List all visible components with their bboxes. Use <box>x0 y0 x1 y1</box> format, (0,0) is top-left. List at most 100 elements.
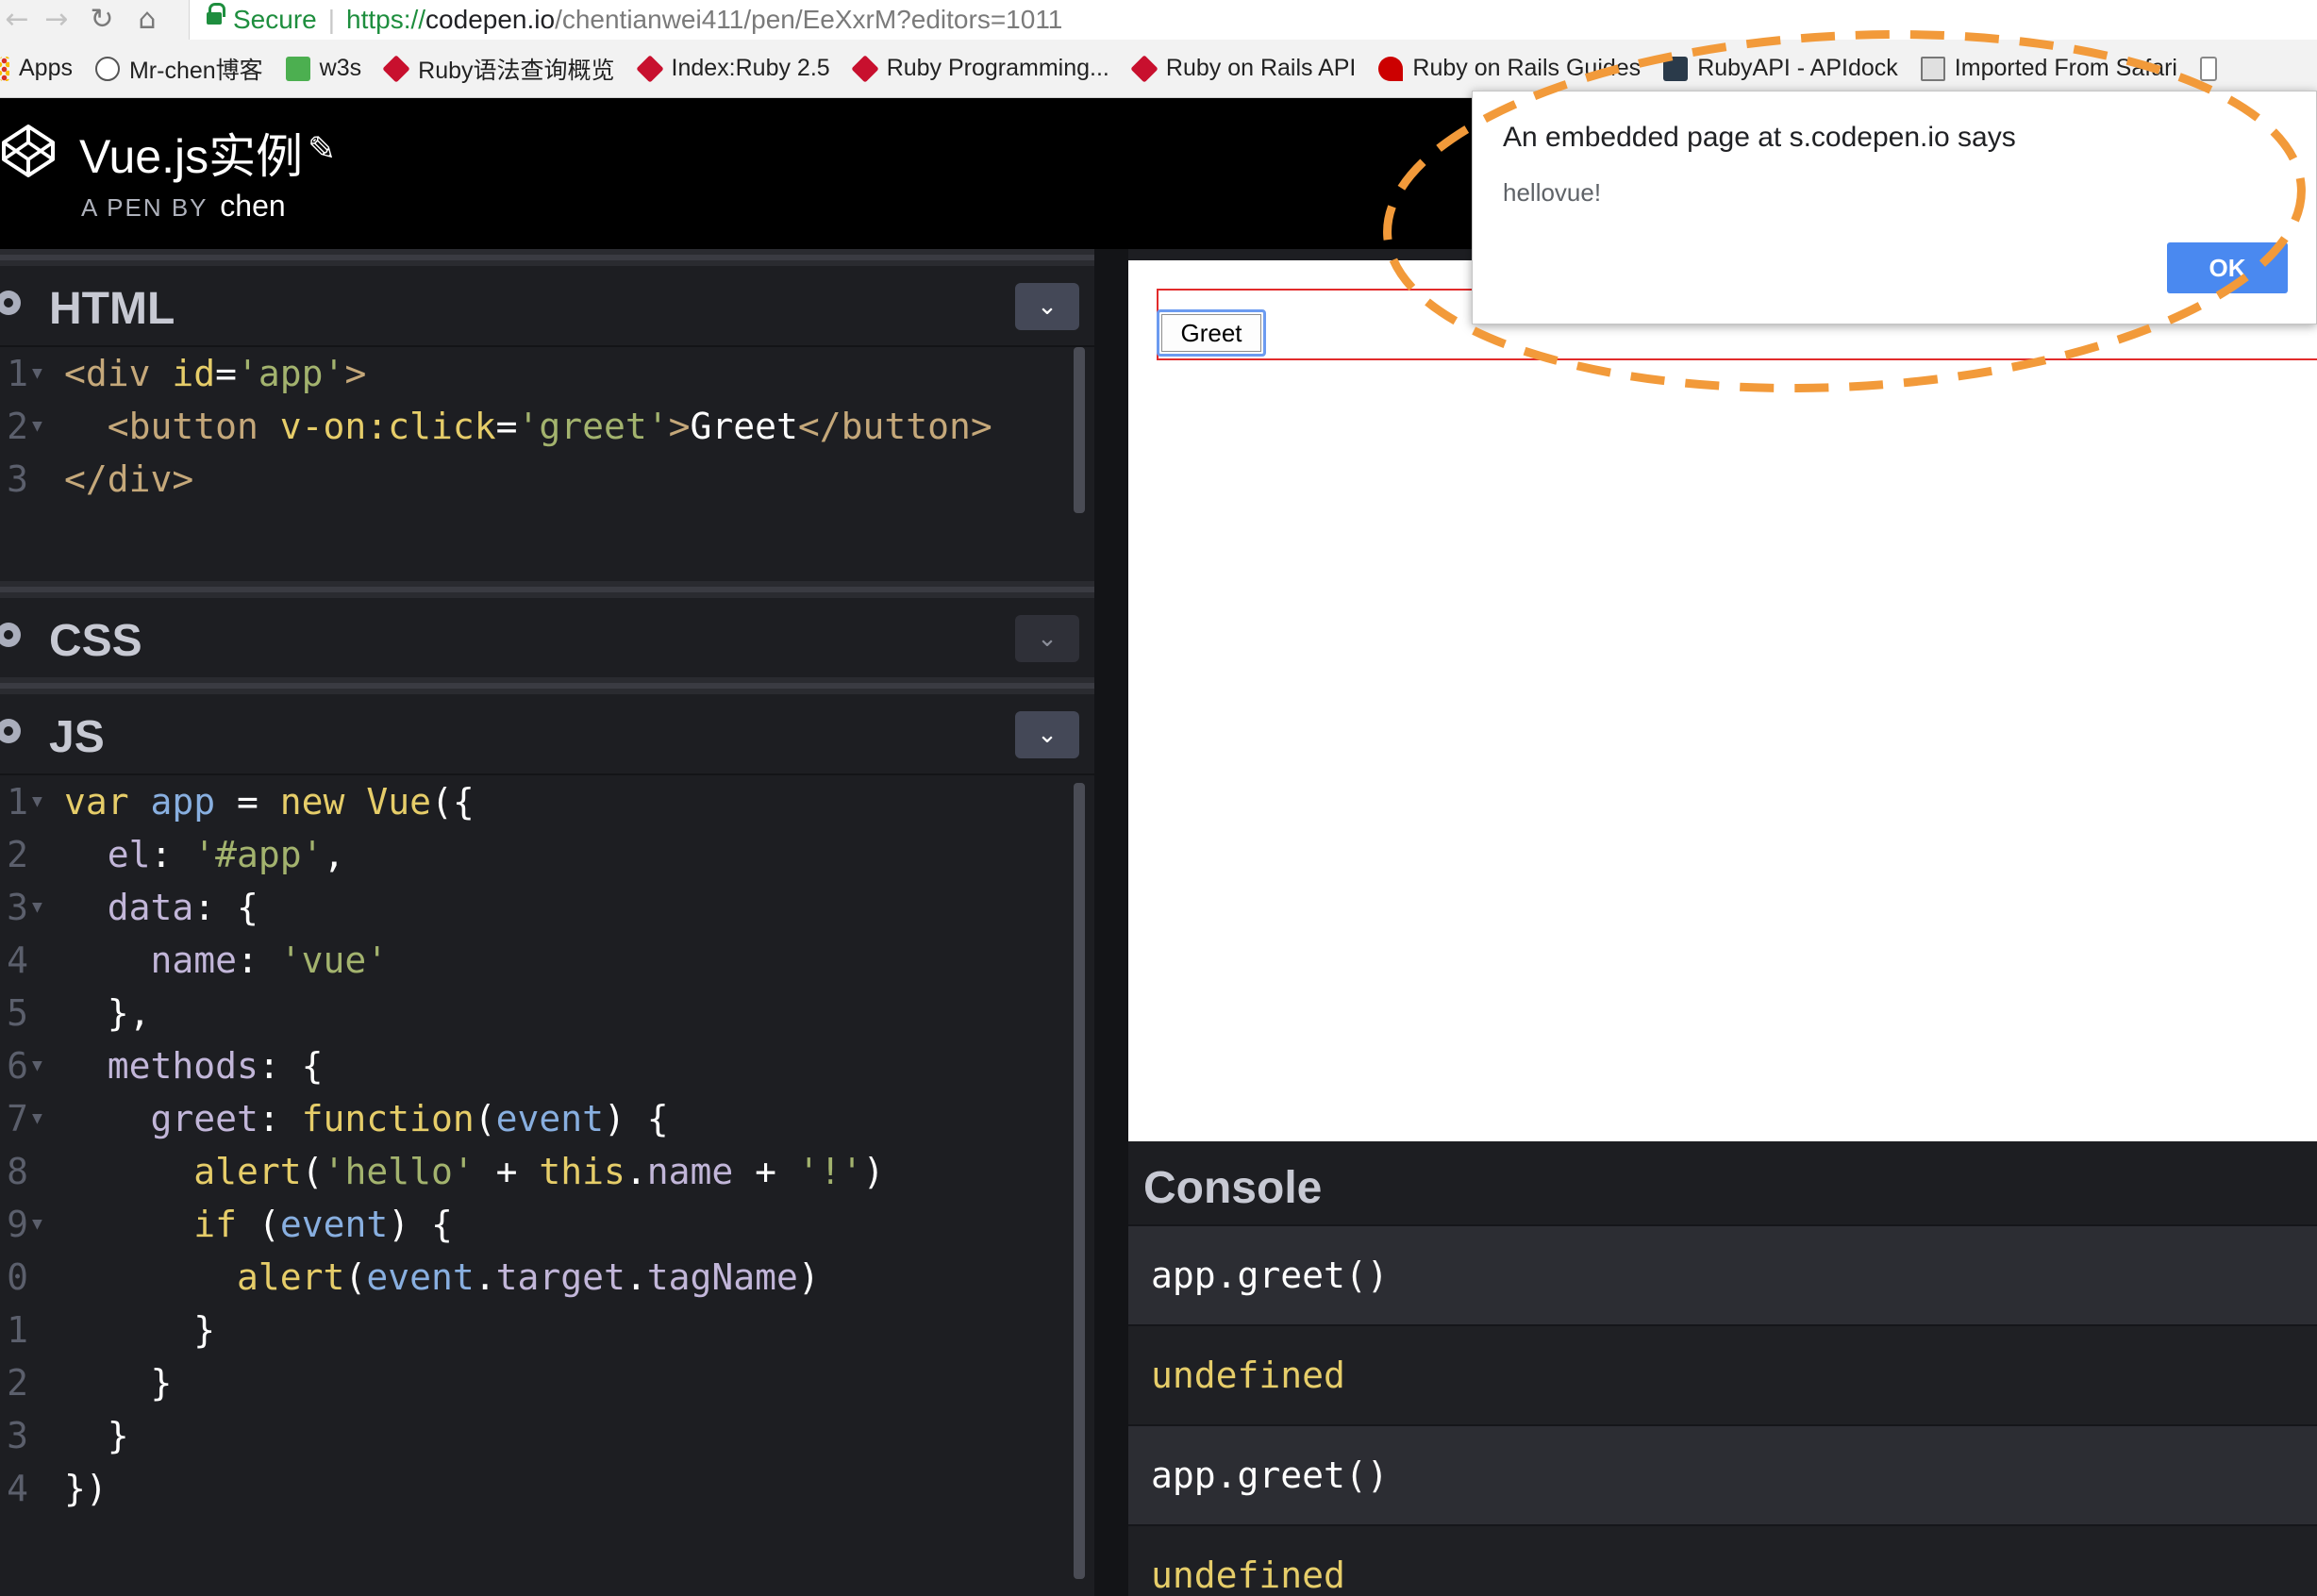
line-number: 2 <box>7 406 28 447</box>
bookmark-folder-safari[interactable]: Imported From Safari <box>1920 40 2177 98</box>
code-text: } <box>64 1362 173 1404</box>
bookmark-ruby-syntax[interactable]: Ruby语法查询概览 <box>382 40 615 98</box>
gear-icon[interactable] <box>0 719 21 743</box>
bookmark-label: RubyAPI - APIdock <box>1697 55 1898 81</box>
html-code-area[interactable]: 1 ▼ <div id='app'> 2 ▼ <button v-on:click='g… <box>0 345 1094 581</box>
code-text: </div> <box>64 458 194 500</box>
code-text: <div id='app'> <box>64 353 367 394</box>
ruby-gem-icon <box>635 54 664 83</box>
js-editor-title: JS <box>49 712 105 762</box>
css-editor-title: CSS <box>49 616 142 666</box>
greet-button[interactable]: Greet <box>1157 309 1266 357</box>
codepen-logo-icon[interactable] <box>0 123 57 179</box>
bookmark-ruby-index[interactable]: Index:Ruby 2.5 <box>635 40 830 98</box>
preview-pane: Greet <box>1128 260 2317 1141</box>
code-text: data: { <box>107 887 258 928</box>
forward-arrow-icon[interactable]: → <box>34 0 79 40</box>
bookmark-overflow[interactable] <box>2199 40 2226 98</box>
fold-arrow-icon[interactable]: ▼ <box>32 347 42 400</box>
fold-arrow-icon[interactable]: ▼ <box>32 881 42 934</box>
editor-resize-handle[interactable] <box>0 677 1094 694</box>
bookmarks-bar: Apps Mr-chen博客 w3s Ruby语法查询概览 Index:Ruby… <box>0 40 2317 98</box>
console-text: undefined <box>1151 1355 1345 1396</box>
console-text: undefined <box>1151 1554 1345 1596</box>
fold-arrow-icon[interactable]: ▼ <box>32 1039 42 1092</box>
back-arrow-icon[interactable]: ← <box>0 0 34 40</box>
reload-icon[interactable]: ↻ <box>79 0 125 40</box>
bookmark-label: Ruby on Rails API <box>1165 55 1357 81</box>
alert-message: hellovue! <box>1503 178 1602 207</box>
ruby-gem-icon <box>850 54 879 83</box>
apps-grid-icon <box>0 56 9 81</box>
chevron-down-icon: ⌄ <box>1037 721 1058 749</box>
pencil-edit-icon[interactable]: ✎ <box>308 130 336 169</box>
fold-arrow-icon[interactable]: ▼ <box>32 1198 42 1251</box>
js-code-area[interactable]: 1 ▼ var app = new Vue({2 el: '#app', 3 ▼ dat… <box>0 773 1094 1596</box>
bookmark-rails-guides[interactable]: Ruby on Rails Guides <box>1378 40 1641 98</box>
bookmark-apps[interactable]: Apps <box>0 40 73 98</box>
code-text: if (event) { <box>193 1204 453 1245</box>
url-host: codepen.io <box>425 5 556 34</box>
html-scrollbar[interactable] <box>1074 347 1085 513</box>
page-icon <box>2199 56 2217 81</box>
console-row: undefined <box>1128 1324 2317 1424</box>
console-row: app.greet() <box>1128 1424 2317 1524</box>
code-text: el: '#app', <box>107 834 345 875</box>
gear-icon[interactable] <box>0 291 21 315</box>
secure-label: Secure <box>233 5 317 34</box>
line-number: 6 <box>7 1045 28 1087</box>
css-collapse-button[interactable]: ⌄ <box>1015 615 1079 662</box>
person-icon <box>94 56 120 81</box>
line-number: 2 <box>7 1362 28 1404</box>
url-separator: | <box>327 5 335 34</box>
screen: ← → ↻ ⌂ Secure | https:// codepen.io /ch… <box>0 0 2317 1596</box>
bookmark-label: Mr-chen博客 <box>128 57 263 84</box>
code-text: }, <box>64 992 151 1034</box>
pen-author-link[interactable]: chen <box>220 189 285 223</box>
line-number: 4 <box>7 939 28 981</box>
editor-resize-handle[interactable] <box>0 581 1094 598</box>
bookmark-rails-api[interactable]: Ruby on Rails API <box>1130 40 1357 98</box>
console-row: app.greet() <box>1128 1224 2317 1324</box>
bookmark-ruby-programming[interactable]: Ruby Programming... <box>850 40 1109 98</box>
pen-title[interactable]: Vue.js实例 <box>79 119 303 187</box>
line-number: 3 <box>7 458 28 500</box>
fold-arrow-icon[interactable]: ▼ <box>32 1092 42 1145</box>
bookmark-label: Index:Ruby 2.5 <box>671 55 830 81</box>
rails-icon <box>1378 56 1404 81</box>
folder-icon <box>1920 56 1945 81</box>
home-icon[interactable]: ⌂ <box>125 0 170 40</box>
code-text: name: 'vue' <box>150 939 389 981</box>
code-text: methods: { <box>107 1045 324 1087</box>
alert-title: An embedded page at s.codepen.io says <box>1503 122 2016 153</box>
bookmark-w3s[interactable]: w3s <box>285 40 361 98</box>
w3-icon <box>285 56 310 81</box>
code-text: alert(event.target.tagName) <box>237 1256 820 1298</box>
bookmark-mr-chen[interactable]: Mr-chen博客 <box>94 40 263 98</box>
column-resize-handle[interactable] <box>1094 249 1128 1596</box>
console-row: undefined <box>1128 1524 2317 1596</box>
fold-arrow-icon[interactable]: ▼ <box>32 400 42 453</box>
alert-ok-button[interactable]: OK <box>2167 242 2288 293</box>
code-text: } <box>64 1415 129 1456</box>
gear-icon[interactable] <box>0 623 21 647</box>
html-collapse-button[interactable]: ⌄ <box>1015 283 1079 330</box>
line-number: 3 <box>7 1415 28 1456</box>
address-bar: ← → ↻ ⌂ Secure | https:// codepen.io /ch… <box>0 0 2317 40</box>
line-number: 1 <box>7 353 28 394</box>
fold-arrow-icon[interactable]: ▼ <box>32 775 42 828</box>
js-scrollbar[interactable] <box>1074 783 1085 1579</box>
bookmark-apidock[interactable]: RubyAPI - APIdock <box>1663 40 1898 98</box>
code-text: alert('hello' + this.name + '!') <box>193 1151 885 1192</box>
url-scheme: https:// <box>346 5 426 34</box>
alert-dialog: An embedded page at s.codepen.io says he… <box>1472 91 2317 324</box>
line-number: 7 <box>7 1098 28 1139</box>
bookmark-label: Ruby语法查询概览 <box>418 57 615 84</box>
editor-resize-handle[interactable] <box>0 249 1094 266</box>
css-editor-header: CSS ⌄ <box>0 598 1094 677</box>
js-collapse-button[interactable]: ⌄ <box>1015 711 1079 758</box>
url-input[interactable]: Secure | https:// codepen.io /chentianwe… <box>189 0 2317 40</box>
bookmark-label: Apps <box>19 55 73 81</box>
line-number: 1 <box>7 1309 28 1351</box>
line-number: 2 <box>7 834 28 875</box>
